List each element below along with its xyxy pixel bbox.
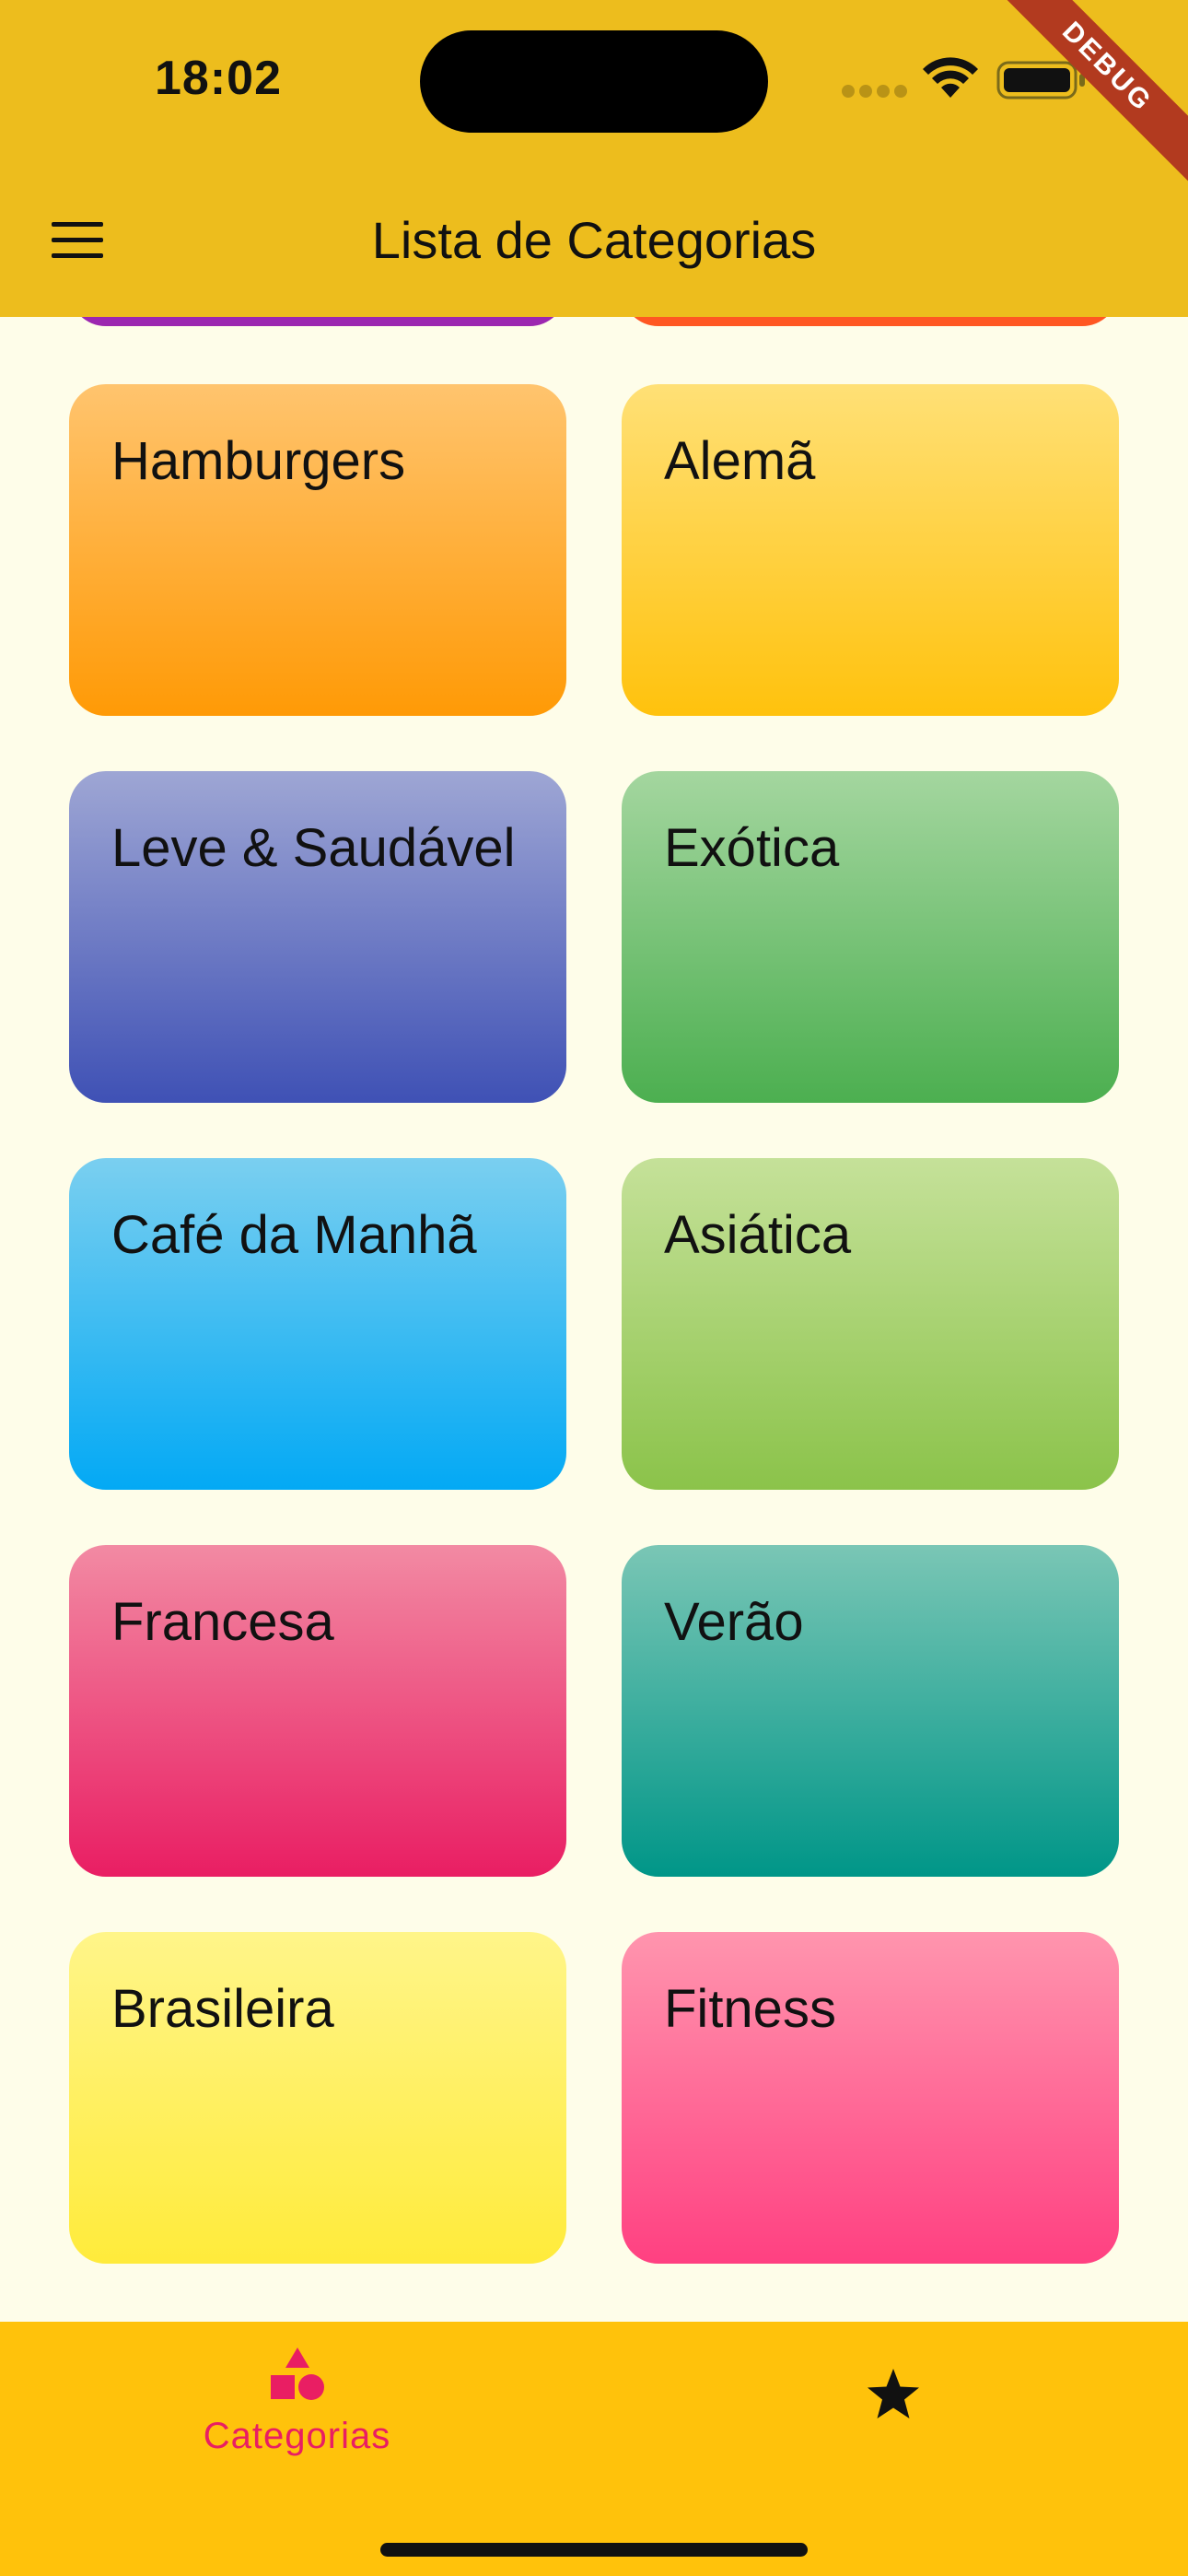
bottom-navigation-bar: Categorias [0,2322,1188,2576]
category-title: Fitness [664,1979,836,2039]
category-grid[interactable]: Hamburgers Alemã Leve & Saudável Exótica… [0,317,1188,2322]
category-card[interactable]: Fitness [622,1932,1119,2264]
category-card[interactable]: Francesa [69,1545,566,1877]
category-title: Hamburgers [111,431,406,491]
category-title: Brasileira [111,1979,334,2039]
category-card[interactable]: Café da Manhã [69,1158,566,1490]
status-time: 18:02 [155,52,282,105]
dynamic-island [420,30,768,133]
category-card[interactable]: Exótica [622,771,1119,1103]
page-title: Lista de Categorias [371,211,817,269]
nav-item-label: Categorias [203,2416,391,2456]
wifi-icon [923,57,978,98]
app-bar: 18:02 DEBUG Lista de Categorias [0,0,1188,317]
category-title: Francesa [111,1592,334,1652]
category-card[interactable]: Hamburgers [69,384,566,716]
category-card[interactable]: Alemã [622,384,1119,716]
category-card[interactable]: Brasileira [69,1932,566,2264]
category-card[interactable]: Leve & Saudável [69,771,566,1103]
category-title: Café da Manhã [111,1205,477,1265]
category-icon [271,2348,324,2400]
nav-item-favorites[interactable] [594,2322,1188,2506]
cellular-signal-icon [842,85,908,98]
category-card-partial[interactable] [622,317,1119,326]
category-card[interactable]: Asiática [622,1158,1119,1490]
category-title: Alemã [664,431,816,491]
star-icon [868,2369,919,2418]
category-card[interactable]: Verão [622,1545,1119,1877]
category-card-partial[interactable] [69,317,566,326]
home-indicator [380,2543,808,2557]
category-title: Leve & Saudável [111,818,516,878]
nav-item-categorias[interactable]: Categorias [0,2322,594,2506]
category-title: Verão [664,1592,804,1652]
category-title: Exótica [664,818,840,878]
debug-banner: DEBUG [1004,0,1188,184]
category-title: Asiática [664,1205,852,1265]
